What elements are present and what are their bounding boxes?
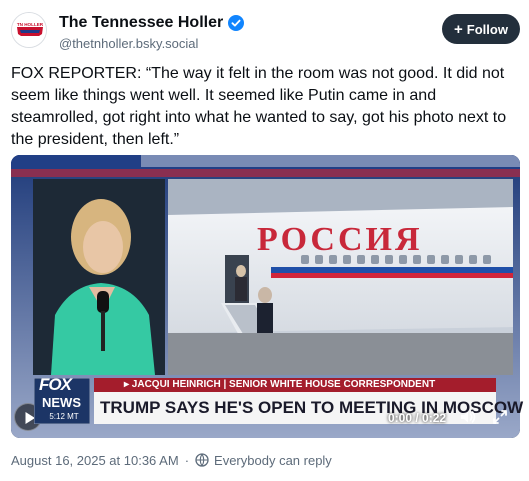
display-name[interactable]: The Tennessee Holler: [59, 14, 223, 32]
lower-third-label: ▸ JACQUI HEINRICH | SENIOR WHITE HOUSE C…: [94, 378, 496, 392]
time-display: 0:00 / 0:22: [388, 411, 447, 425]
tn-holler-logo: TN HOLLER: [12, 13, 46, 47]
news-logo-text: NEWS: [42, 395, 81, 410]
follow-button[interactable]: + Follow: [442, 14, 520, 44]
fox-logo-text: FOX: [39, 375, 72, 394]
post-timestamp[interactable]: August 16, 2025 at 10:36 AM: [11, 453, 179, 468]
fullscreen-icon[interactable]: [491, 408, 509, 426]
verified-badge-icon[interactable]: [228, 15, 245, 31]
avatar[interactable]: TN HOLLER: [11, 12, 47, 48]
meta-separator: ·: [184, 452, 190, 468]
handle[interactable]: @thetnholler.bsky.social: [59, 36, 198, 51]
reply-setting[interactable]: Everybody can reply: [214, 453, 332, 468]
globe-icon: [195, 453, 209, 467]
name-row: The Tennessee Holler: [59, 12, 245, 34]
volume-icon[interactable]: [459, 408, 477, 426]
post-meta: August 16, 2025 at 10:36 AM · Everybody …: [11, 451, 332, 469]
follow-label: Follow: [466, 21, 508, 37]
post-header: TN HOLLER The Tennessee Holler @thetnhol…: [0, 0, 529, 60]
avatar-logo-text: TN HOLLER: [17, 22, 44, 27]
on-screen-clock: 5:12 MT: [44, 411, 84, 422]
plus-icon: +: [454, 20, 463, 38]
post-text: FOX REPORTER: “The way it felt in the ro…: [11, 65, 507, 148]
plane-lettering: РОССИЯ: [257, 221, 423, 258]
